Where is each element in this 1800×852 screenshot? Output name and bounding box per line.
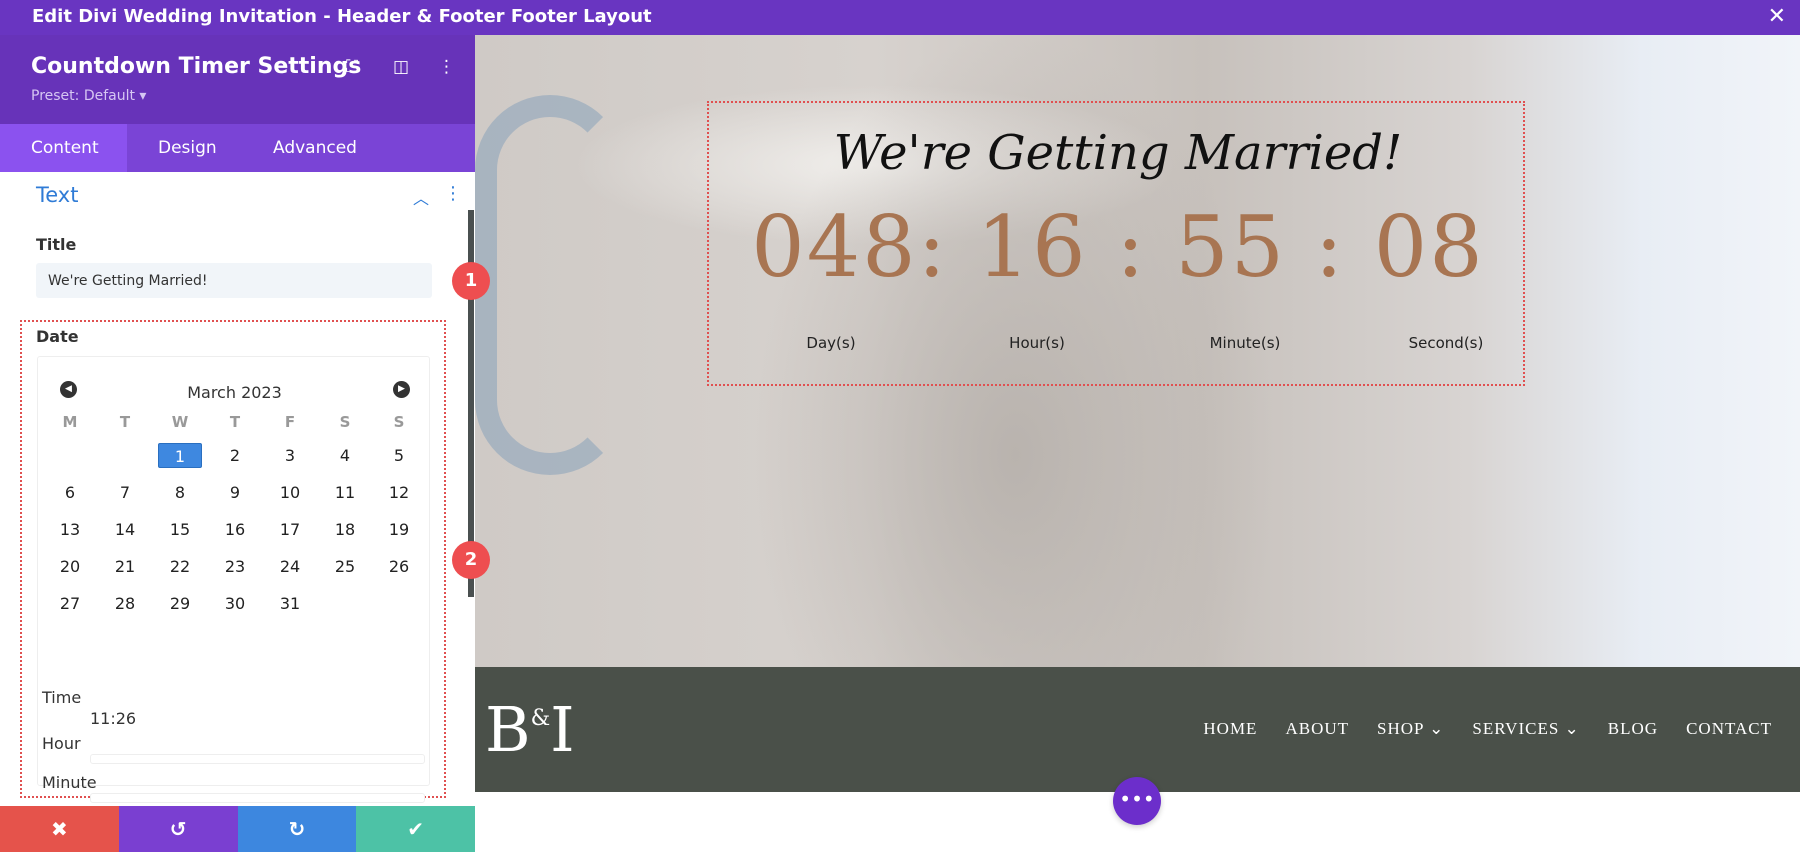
menu-shop[interactable]: SHOP ⌄	[1377, 719, 1444, 739]
tab-design[interactable]: Design	[127, 124, 248, 172]
window-title: Edit Divi Wedding Invitation - Header & …	[0, 0, 1800, 35]
calendar-day[interactable]: 26	[377, 554, 421, 579]
weekday-header: M	[62, 413, 78, 431]
hero-section: We're Getting Married! 048: 16 : 55 : 08…	[475, 35, 1800, 667]
panel-tabs: Content Design Advanced	[0, 124, 475, 172]
tab-content[interactable]: Content	[0, 124, 127, 172]
calendar-day[interactable]: 5	[377, 443, 421, 468]
weekday-header: F	[284, 413, 296, 431]
calendar-day[interactable]: 29	[158, 591, 202, 616]
calendar-day[interactable]: 15	[158, 517, 202, 542]
calendar-day[interactable]: 28	[103, 591, 147, 616]
more-vertical-icon[interactable]: ⋮	[444, 183, 462, 204]
menu-blog[interactable]: BLOG	[1608, 719, 1658, 739]
calendar-day[interactable]: 14	[103, 517, 147, 542]
layout-icon[interactable]: ◫	[393, 57, 409, 77]
more-vertical-icon[interactable]: ⋮	[438, 57, 455, 77]
step-marker-1: 1	[452, 262, 490, 300]
calendar-day[interactable]: 18	[323, 517, 367, 542]
calendar-day[interactable]: 27	[48, 591, 92, 616]
menu-shop-label: SHOP	[1377, 719, 1424, 738]
calendar-day[interactable]: 11	[323, 480, 367, 505]
calendar-day[interactable]: 13	[48, 517, 92, 542]
minute-label: Minute	[42, 773, 97, 792]
chevron-up-icon[interactable]: ︿	[413, 185, 429, 209]
weekday-header: S	[339, 413, 351, 431]
calendar-day[interactable]: 21	[103, 554, 147, 579]
fullscreen-icon[interactable]: ⛶	[346, 57, 358, 77]
weekday-header: T	[119, 413, 131, 431]
calendar-day[interactable]: 25	[323, 554, 367, 579]
countdown-timer[interactable]: We're Getting Married! 048: 16 : 55 : 08…	[707, 101, 1525, 386]
menu-services-label: SERVICES	[1472, 719, 1560, 738]
calendar-day[interactable]: 20	[48, 554, 92, 579]
panel-title: Countdown Timer Settings	[31, 54, 362, 79]
undo-button[interactable]: ↺	[118, 806, 238, 852]
date-label: Date	[36, 327, 79, 346]
label-days: Day(s)	[806, 334, 856, 352]
chevron-down-icon: ⌄	[1429, 719, 1445, 738]
bicycle-image	[475, 95, 625, 475]
weekday-header: S	[393, 413, 405, 431]
calendar-day[interactable]: 19	[377, 517, 421, 542]
calendar-day[interactable]: 17	[268, 517, 312, 542]
section-title[interactable]: Text	[36, 183, 78, 207]
calendar-day[interactable]: 23	[213, 554, 257, 579]
calendar-day[interactable]: 12	[377, 480, 421, 505]
hour-label: Hour	[42, 734, 81, 753]
calendar-day[interactable]: 7	[103, 480, 147, 505]
calendar-day[interactable]: 8	[158, 480, 202, 505]
menu-about[interactable]: ABOUT	[1285, 719, 1349, 739]
redo-button[interactable]: ↻	[237, 806, 357, 852]
menu-home[interactable]: HOME	[1203, 719, 1257, 739]
time-label: Time	[42, 688, 82, 707]
cancel-button[interactable]: ✖	[0, 806, 119, 852]
calendar-day[interactable]: 1	[158, 443, 202, 468]
calendar-day[interactable]: 10	[268, 480, 312, 505]
title-input[interactable]	[36, 263, 432, 298]
next-month-icon[interactable]: ▶	[393, 381, 410, 398]
calendar-month: March 2023	[187, 383, 282, 402]
weekday-header: T	[229, 413, 241, 431]
countdown-values: 048: 16 : 55 : 08	[751, 198, 1485, 296]
calendar-day[interactable]: 22	[158, 554, 202, 579]
tab-advanced[interactable]: Advanced	[242, 124, 388, 172]
step-marker-2: 2	[452, 541, 490, 579]
save-button[interactable]: ✔	[356, 806, 475, 852]
date-picker: ◀ March 2023 ▶ Time 11:26 Hour Minute MT…	[37, 356, 430, 803]
footer-menu: HOME ABOUT SHOP ⌄ SERVICES ⌄ BLOG CONTAC…	[1203, 719, 1772, 739]
calendar-day[interactable]: 16	[213, 517, 257, 542]
calendar-day[interactable]: 3	[268, 443, 312, 468]
calendar-day[interactable]: 24	[268, 554, 312, 579]
menu-contact[interactable]: CONTACT	[1686, 719, 1772, 739]
calendar-day[interactable]: 30	[213, 591, 257, 616]
calendar-day[interactable]: 31	[268, 591, 312, 616]
hour-slider[interactable]	[90, 754, 425, 764]
close-icon[interactable]: ✕	[1768, 0, 1786, 33]
menu-services[interactable]: SERVICES ⌄	[1472, 719, 1579, 739]
title-label: Title	[36, 235, 77, 254]
preset-dropdown[interactable]: Preset: Default ▾	[31, 88, 146, 104]
settings-panel: Countdown Timer Settings Preset: Default…	[0, 35, 475, 852]
calendar-day[interactable]: 6	[48, 480, 92, 505]
logo[interactable]: B&I	[485, 693, 575, 766]
footer: B&I HOME ABOUT SHOP ⌄ SERVICES ⌄ BLOG CO…	[475, 667, 1800, 792]
calendar-day[interactable]: 4	[323, 443, 367, 468]
more-options-button[interactable]: •••	[1113, 777, 1161, 825]
label-hours: Hour(s)	[1009, 334, 1065, 352]
action-bar: ✖ ↺ ↻ ✔	[0, 806, 475, 852]
panel-header: Countdown Timer Settings Preset: Default…	[0, 35, 475, 124]
label-seconds: Second(s)	[1408, 334, 1484, 352]
time-value: 11:26	[90, 709, 137, 728]
weekday-header: W	[171, 413, 189, 431]
minute-slider[interactable]	[90, 793, 425, 803]
countdown-title: We're Getting Married!	[833, 125, 1403, 181]
calendar-day[interactable]: 2	[213, 443, 257, 468]
label-minutes: Minute(s)	[1209, 334, 1281, 352]
calendar-day[interactable]: 9	[213, 480, 257, 505]
chevron-down-icon: ⌄	[1564, 719, 1580, 738]
